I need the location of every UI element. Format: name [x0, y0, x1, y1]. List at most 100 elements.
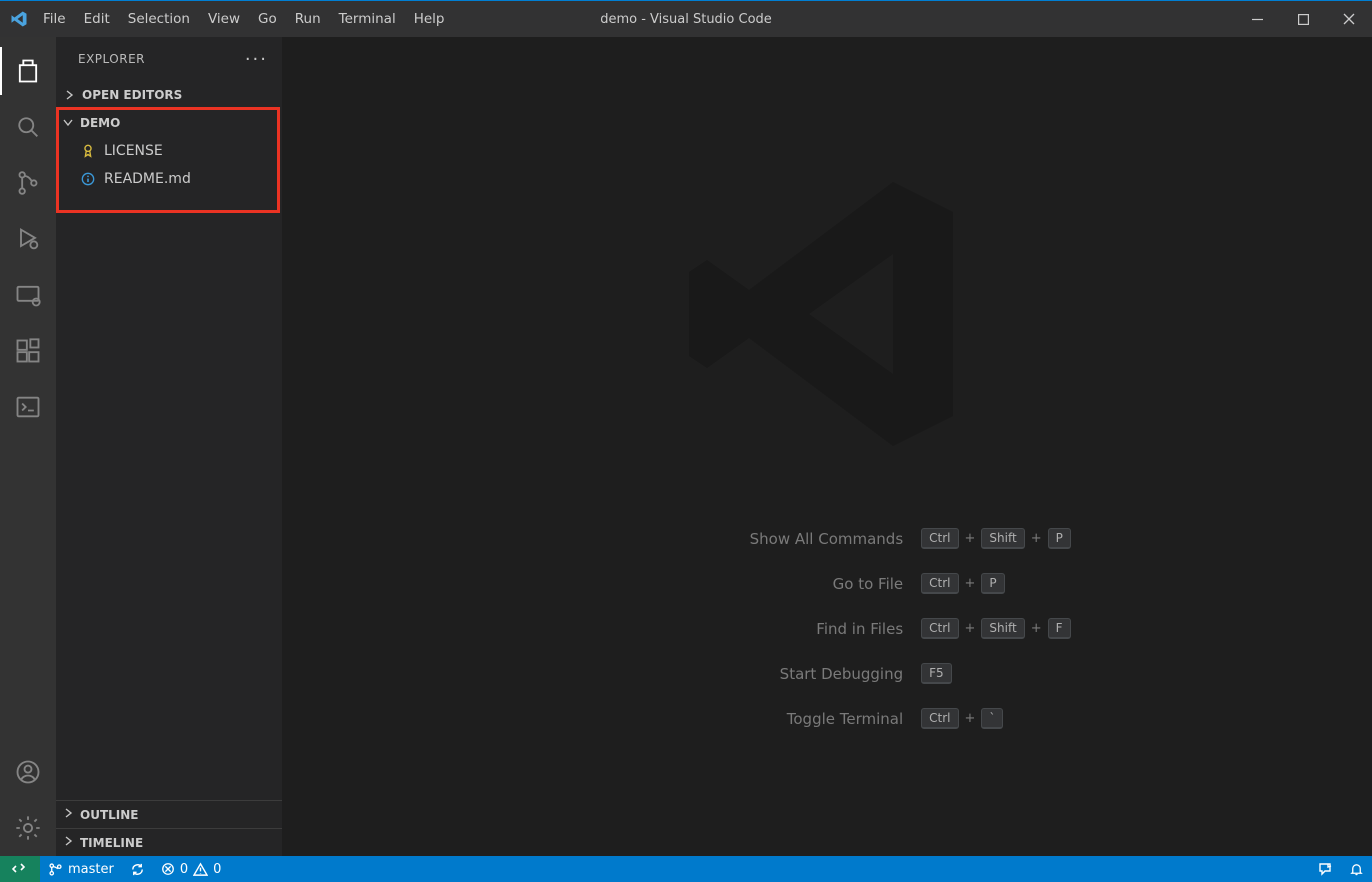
folder-title-row[interactable]: DEMO	[56, 109, 282, 137]
open-editors-label: OPEN EDITORS	[82, 88, 182, 102]
timeline-section[interactable]: TIMELINE	[56, 828, 282, 856]
timeline-label: TIMELINE	[80, 836, 143, 850]
vscode-logo-icon	[10, 10, 28, 28]
chevron-right-icon	[62, 807, 74, 822]
status-sync[interactable]	[122, 856, 153, 882]
window-minimize-button[interactable]	[1234, 1, 1280, 37]
file-row-readme[interactable]: README.md	[56, 165, 282, 193]
open-editors-section[interactable]: OPEN EDITORS	[56, 81, 282, 109]
key: Ctrl	[921, 708, 958, 729]
menu-view[interactable]: View	[199, 1, 249, 37]
bell-icon	[1349, 862, 1364, 877]
shortcut-keys: Ctrl + P	[921, 573, 1005, 594]
shortcut-row: Start Debugging F5	[583, 663, 1071, 684]
errors-count: 0	[180, 862, 188, 877]
status-problems[interactable]: 0 0	[153, 856, 230, 882]
key: Ctrl	[921, 618, 958, 639]
chevron-right-icon	[62, 835, 74, 850]
menu-help[interactable]: Help	[405, 1, 454, 37]
shortcut-label: Toggle Terminal	[583, 710, 903, 728]
vscode-watermark-icon	[677, 164, 977, 468]
activity-settings[interactable]	[0, 800, 56, 856]
git-branch-icon	[48, 862, 63, 877]
shortcut-label: Go to File	[583, 575, 903, 593]
menu-selection[interactable]: Selection	[119, 1, 199, 37]
shortcut-keys: Ctrl + `	[921, 708, 1003, 729]
key: P	[1048, 528, 1071, 549]
branch-name: master	[68, 862, 114, 877]
menubar: File Edit Selection View Go Run Terminal…	[34, 1, 453, 37]
plus-icon: +	[1031, 531, 1042, 546]
status-feedback[interactable]	[1309, 856, 1341, 882]
menu-terminal[interactable]: Terminal	[330, 1, 405, 37]
key: Ctrl	[921, 528, 958, 549]
warning-icon	[193, 862, 208, 877]
feedback-icon	[1317, 861, 1333, 877]
key: `	[981, 708, 1003, 729]
outline-label: OUTLINE	[80, 808, 138, 822]
plus-icon: +	[965, 576, 976, 591]
status-notifications[interactable]	[1341, 856, 1372, 882]
activity-remote-explorer[interactable]	[0, 267, 56, 323]
folder-section: DEMO LICENSE README.md	[56, 109, 282, 193]
welcome-shortcuts: Show All Commands Ctrl + Shift + P Go to…	[583, 528, 1071, 729]
shortcut-row: Find in Files Ctrl + Shift + F	[583, 618, 1071, 639]
window-controls	[1234, 1, 1372, 37]
shortcut-keys: Ctrl + Shift + F	[921, 618, 1070, 639]
shortcut-keys: F5	[921, 663, 952, 684]
outline-section[interactable]: OUTLINE	[56, 800, 282, 828]
key: Shift	[981, 618, 1024, 639]
explorer-header: EXPLORER ···	[56, 37, 282, 81]
window-title: demo - Visual Studio Code	[600, 12, 772, 27]
activity-search[interactable]	[0, 99, 56, 155]
menu-edit[interactable]: Edit	[75, 1, 119, 37]
activity-run-debug[interactable]	[0, 211, 56, 267]
chevron-down-icon	[62, 116, 74, 131]
window-maximize-button[interactable]	[1280, 1, 1326, 37]
menu-go[interactable]: Go	[249, 1, 286, 37]
shortcut-row: Go to File Ctrl + P	[583, 573, 1071, 594]
menu-file[interactable]: File	[34, 1, 75, 37]
editor-area: Show All Commands Ctrl + Shift + P Go to…	[282, 37, 1372, 856]
shortcut-keys: Ctrl + Shift + P	[921, 528, 1071, 549]
shortcut-row: Toggle Terminal Ctrl + `	[583, 708, 1071, 729]
activity-source-control[interactable]	[0, 155, 56, 211]
sync-icon	[130, 862, 145, 877]
shortcut-label: Show All Commands	[583, 530, 903, 548]
plus-icon: +	[965, 711, 976, 726]
file-row-license[interactable]: LICENSE	[56, 137, 282, 165]
main-area: EXPLORER ··· OPEN EDITORS DEMO LICENSE	[0, 37, 1372, 856]
activity-explorer[interactable]	[0, 43, 56, 99]
error-icon	[161, 862, 175, 876]
activity-terminal[interactable]	[0, 379, 56, 435]
file-name: LICENSE	[104, 143, 163, 159]
license-icon	[80, 144, 96, 158]
activity-extensions[interactable]	[0, 323, 56, 379]
status-bar: master 0 0	[0, 856, 1372, 882]
activity-bar	[0, 37, 56, 856]
key: F5	[921, 663, 952, 684]
titlebar: File Edit Selection View Go Run Terminal…	[0, 1, 1372, 37]
file-name: README.md	[104, 171, 191, 187]
status-branch[interactable]: master	[40, 856, 122, 882]
key: F	[1048, 618, 1071, 639]
explorer-more-icon[interactable]: ···	[245, 49, 268, 70]
menu-run[interactable]: Run	[286, 1, 330, 37]
key: P	[981, 573, 1004, 594]
warnings-count: 0	[213, 862, 221, 877]
info-icon	[80, 172, 96, 186]
explorer-sidebar: EXPLORER ··· OPEN EDITORS DEMO LICENSE	[56, 37, 282, 856]
plus-icon: +	[1031, 621, 1042, 636]
folder-name: DEMO	[80, 116, 120, 130]
key: Shift	[981, 528, 1024, 549]
remote-indicator[interactable]	[0, 856, 40, 882]
chevron-right-icon	[62, 89, 76, 101]
plus-icon: +	[965, 621, 976, 636]
activity-accounts[interactable]	[0, 744, 56, 800]
window-close-button[interactable]	[1326, 1, 1372, 37]
shortcut-label: Start Debugging	[583, 665, 903, 683]
shortcut-row: Show All Commands Ctrl + Shift + P	[583, 528, 1071, 549]
plus-icon: +	[965, 531, 976, 546]
shortcut-label: Find in Files	[583, 620, 903, 638]
explorer-title: EXPLORER	[78, 52, 145, 66]
